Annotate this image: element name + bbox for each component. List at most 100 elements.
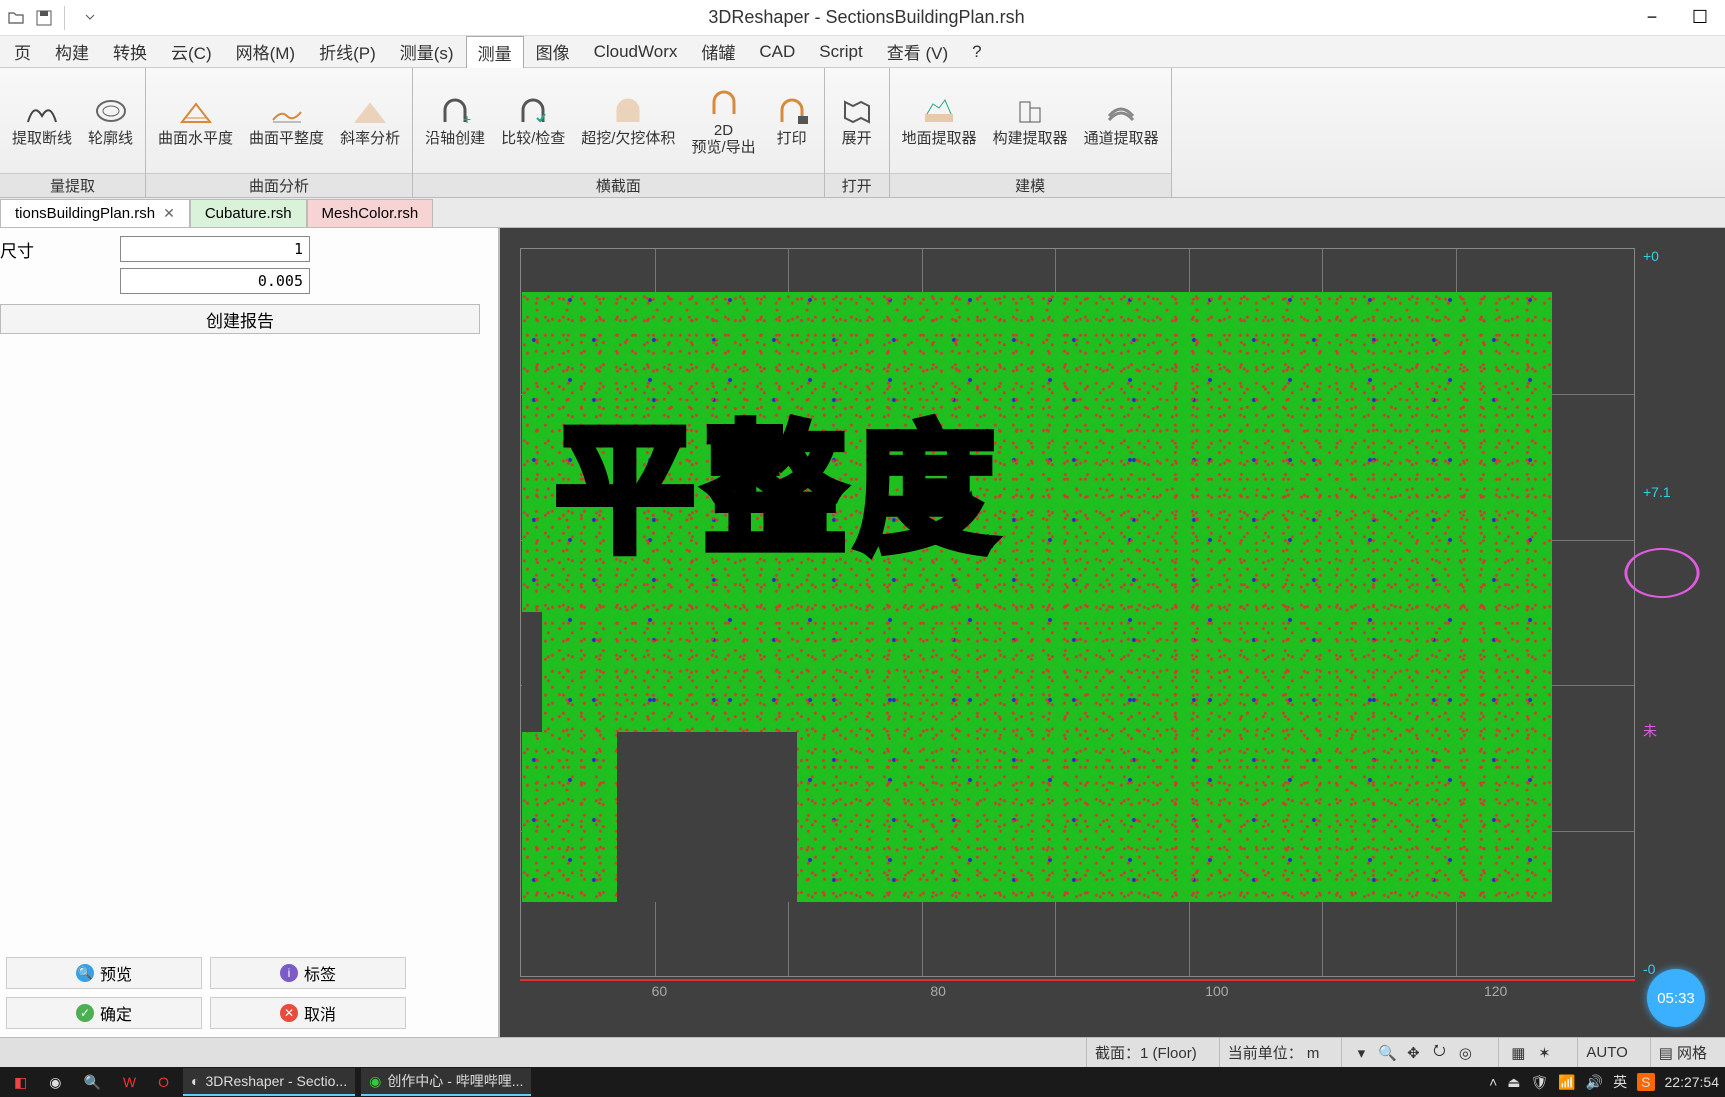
extract-section-label: 提取断线 xyxy=(12,131,72,148)
menu-measure-s[interactable]: 测量(s) xyxy=(388,35,466,68)
preview-export-2d-button[interactable]: 2D 预览/导出 xyxy=(687,83,759,158)
menu-script[interactable]: Script xyxy=(807,38,874,66)
contour-icon xyxy=(93,96,129,126)
tray-usb-icon[interactable]: ⏏ xyxy=(1507,1074,1520,1091)
chevron-down-icon xyxy=(85,13,95,23)
menu-mesh[interactable]: 网格(M) xyxy=(224,35,307,68)
maximize-button[interactable]: ☐ xyxy=(1685,3,1715,33)
expand-button[interactable]: 展开 xyxy=(833,91,881,150)
print-button[interactable]: 打印 xyxy=(768,91,816,150)
folder-open-icon xyxy=(7,9,25,27)
tags-button[interactable]: i标签 xyxy=(210,957,406,989)
create-report-button[interactable]: 创建报告 xyxy=(0,304,480,334)
taskbar-chrome[interactable]: ◉ xyxy=(41,1068,69,1096)
nav-down-icon[interactable]: ▾ xyxy=(1350,1042,1372,1064)
ribbon-group-open: 展开 打开 xyxy=(825,68,890,197)
ok-label: 确定 xyxy=(100,1001,132,1025)
pan-icon[interactable]: ✥ xyxy=(1402,1042,1424,1064)
surface-flatness-button[interactable]: 曲面平整度 xyxy=(245,91,328,150)
slope-analysis-button[interactable]: 斜率分析 xyxy=(336,91,404,150)
tray-wifi-icon[interactable]: 📶 xyxy=(1558,1074,1575,1091)
ruler-tick: 100 xyxy=(1078,983,1357,1003)
channel-extractor-button[interactable]: 通道提取器 xyxy=(1080,91,1163,150)
target-icon[interactable]: ◎ xyxy=(1454,1042,1476,1064)
tray-volume-icon[interactable]: 🔊 xyxy=(1586,1074,1603,1091)
ok-button[interactable]: ✓ 确定 xyxy=(6,997,202,1029)
dimension-input-2[interactable] xyxy=(120,268,310,294)
menu-measure[interactable]: 测量 xyxy=(466,36,524,68)
menu-home[interactable]: 页 xyxy=(2,35,43,68)
tray-clock[interactable]: 22:27:54 xyxy=(1665,1074,1720,1090)
menu-view[interactable]: 查看 (V) xyxy=(875,35,960,68)
cancel-button[interactable]: ✕取消 xyxy=(210,997,406,1029)
main-area: 尺寸 创建报告 🔍预览 i标签 ✓确定 ✕取消 平整度 60 80 xyxy=(0,228,1725,1037)
taskbar-app-generic-1[interactable]: ◧ xyxy=(6,1068,35,1096)
menu-cloudworx[interactable]: CloudWorx xyxy=(582,38,690,66)
channel-icon xyxy=(1103,96,1139,126)
system-tray: ˄ ⏏ 🛡 📶 🔊 英 S 22:27:54 xyxy=(1489,1072,1719,1092)
axes-toggle-icon[interactable]: ✶ xyxy=(1533,1042,1555,1064)
taskbar-opera[interactable]: O xyxy=(150,1068,177,1096)
menu-polyline[interactable]: 折线(P) xyxy=(307,35,388,68)
preview-button[interactable]: 🔍预览 xyxy=(6,957,202,989)
status-grid[interactable]: ▤网格 xyxy=(1650,1038,1715,1067)
menu-convert[interactable]: 转换 xyxy=(101,35,159,68)
browser-icon: ◉ xyxy=(369,1073,381,1090)
alongaxis-create-label: 沿轴创建 xyxy=(425,131,485,148)
menu-image[interactable]: 图像 xyxy=(524,35,582,68)
grid-toggle-icon[interactable]: ▦ xyxy=(1507,1042,1529,1064)
status-view-icons: ▦ ✶ xyxy=(1498,1038,1563,1067)
open-file-button[interactable] xyxy=(4,6,28,30)
tray-sogou-icon[interactable]: S xyxy=(1637,1073,1654,1091)
dimension-input-1[interactable] xyxy=(120,236,310,262)
cross-icon: ✕ xyxy=(280,1004,298,1022)
status-auto[interactable]: AUTO xyxy=(1577,1038,1635,1067)
menu-cad[interactable]: CAD xyxy=(747,38,807,66)
save-button[interactable] xyxy=(32,6,56,30)
scale-tick: +7.1 xyxy=(1639,484,1721,500)
zoom-icon[interactable]: 🔍 xyxy=(1376,1042,1398,1064)
surface-levelness-button[interactable]: 曲面水平度 xyxy=(154,91,237,150)
qat-dropdown[interactable] xyxy=(78,6,102,30)
taskbar-wps[interactable]: W xyxy=(115,1068,144,1096)
preview-export-2d-label: 2D 预览/导出 xyxy=(691,123,755,156)
taskbar-browser[interactable]: ◉创作中心 - 哔哩哔哩... xyxy=(361,1068,531,1096)
ruler-tick: 60 xyxy=(520,983,799,1003)
extract-section-button[interactable]: 提取断线 xyxy=(8,91,76,150)
doc-tab-sections[interactable]: tionsBuildingPlan.rsh✕ xyxy=(0,199,190,227)
alongaxis-create-button[interactable]: +沿轴创建 xyxy=(421,91,489,150)
taskbar-3dreshaper[interactable]: ◐3DReshaper - Sectio... xyxy=(183,1068,355,1096)
minimize-button[interactable]: − xyxy=(1637,3,1667,33)
doc-tab-cubature[interactable]: Cubature.rsh xyxy=(190,199,307,227)
extract-contour-button[interactable]: 轮廓线 xyxy=(84,91,137,150)
menu-build[interactable]: 构建 xyxy=(43,35,101,68)
tray-shield-icon[interactable]: 🛡 xyxy=(1531,1074,1549,1091)
menu-cloud[interactable]: 云(C) xyxy=(159,35,224,68)
overcut-undercut-button[interactable]: 超挖/欠挖体积 xyxy=(577,91,679,150)
status-tools: ▾ 🔍 ✥ ⭮ ◎ xyxy=(1341,1038,1484,1067)
check-icon: ✓ xyxy=(76,1004,94,1022)
doc-tab-meshcolor[interactable]: MeshColor.rsh xyxy=(307,199,434,227)
floor-extractor-button[interactable]: 地面提取器 xyxy=(898,91,981,150)
compare-check-button[interactable]: 比较/检查 xyxy=(497,91,569,150)
orbit-icon[interactable]: ⭮ xyxy=(1428,1042,1450,1064)
viewport-3d[interactable]: 平整度 60 80 100 120 +0 +7.1 未 -0 05:33 xyxy=(500,228,1725,1037)
building-icon xyxy=(1012,96,1048,126)
menu-tank[interactable]: 储罐 xyxy=(689,35,747,68)
window-controls: − ☐ xyxy=(1627,3,1725,33)
taskbar-search[interactable]: 🔍 xyxy=(75,1068,108,1096)
overcut-undercut-label: 超挖/欠挖体积 xyxy=(581,131,675,148)
tray-ime[interactable]: 英 xyxy=(1613,1072,1627,1092)
print-label: 打印 xyxy=(777,131,807,148)
tray-chevron-icon[interactable]: ˄ xyxy=(1489,1074,1497,1090)
build-extractor-button[interactable]: 构建提取器 xyxy=(989,91,1072,150)
menu-help[interactable]: ? xyxy=(960,38,993,66)
arch-check-icon xyxy=(515,96,551,126)
save-icon xyxy=(35,9,53,27)
dimension-label: 尺寸 xyxy=(0,237,120,262)
close-icon[interactable]: ✕ xyxy=(163,205,175,222)
doc-tab-meshcolor-label: MeshColor.rsh xyxy=(322,205,419,222)
search-icon: 🔍 xyxy=(83,1074,100,1091)
wps-icon: W xyxy=(123,1074,136,1090)
quick-access-toolbar xyxy=(0,6,106,30)
